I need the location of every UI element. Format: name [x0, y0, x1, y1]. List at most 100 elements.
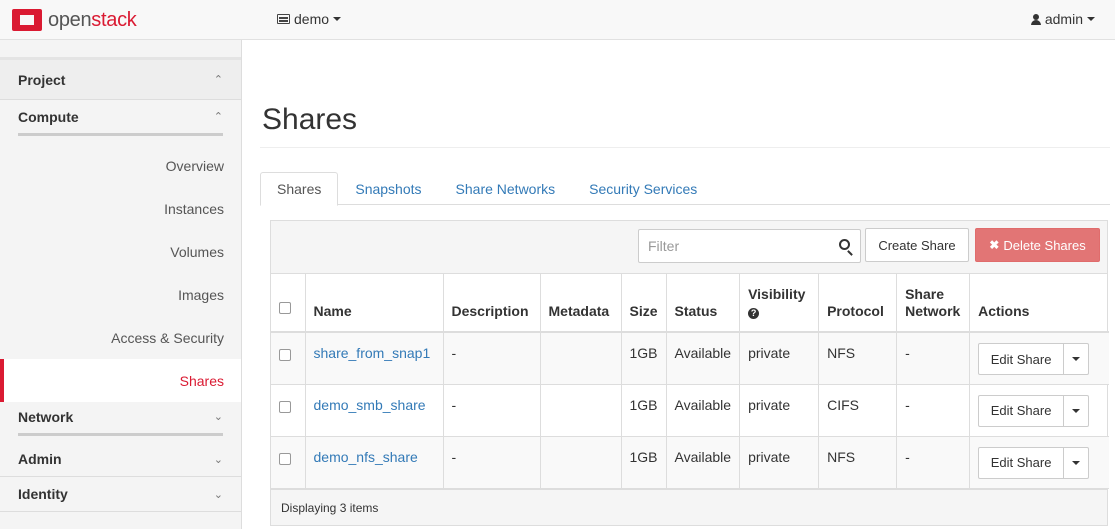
filter-input[interactable] — [639, 231, 819, 261]
openstack-logo-icon — [12, 9, 42, 31]
row-checkbox[interactable] — [279, 349, 291, 361]
cell-description: - — [443, 436, 541, 489]
cell-metadata — [540, 332, 622, 385]
column-header-protocol[interactable]: Protocol — [818, 274, 898, 333]
column-header-actions: Actions — [969, 274, 1109, 333]
caret-down-icon — [333, 17, 342, 21]
user-icon — [1030, 13, 1041, 25]
sidebar-item-volumes[interactable]: Volumes — [0, 230, 241, 273]
cell-actions: Edit Share — [969, 384, 1109, 437]
sidebar-item-instances[interactable]: Instances — [0, 187, 241, 230]
sidebar-section-admin[interactable]: Admin ⌄ — [0, 442, 241, 477]
table-toolbar: Create Share ✖ Delete Shares — [271, 221, 1107, 274]
top-navbar: openstack demo admin — [0, 0, 1115, 40]
visibility-label: Visibility — [748, 286, 806, 302]
actions-dropdown-toggle[interactable] — [1064, 448, 1088, 478]
column-header-metadata[interactable]: Metadata — [540, 274, 622, 333]
column-header-visibility[interactable]: Visibility ? — [739, 274, 820, 333]
edit-share-button[interactable]: Edit Share — [979, 447, 1065, 478]
cell-description: - — [443, 384, 541, 437]
select-all-checkbox[interactable] — [279, 302, 291, 314]
sidebar-item-shares[interactable]: Shares — [0, 359, 241, 402]
column-header-description[interactable]: Description — [443, 274, 541, 333]
share-name-link[interactable]: demo_nfs_share — [314, 449, 418, 465]
share-name-link[interactable]: demo_smb_share — [314, 397, 426, 413]
project-switcher[interactable]: demo — [277, 11, 342, 27]
chevron-down-icon: ⌄ — [213, 488, 223, 501]
table-row: share_from_snap1 - 1GB Available private… — [271, 332, 1109, 385]
cell-name: demo_nfs_share — [305, 436, 444, 489]
caret-down-icon — [1072, 357, 1081, 361]
tab-shares[interactable]: Shares — [260, 172, 339, 206]
row-actions-group: Edit Share — [978, 343, 1090, 375]
table-footer: Displaying 3 items — [271, 488, 1107, 525]
cell-actions: Edit Share — [969, 436, 1109, 489]
user-menu[interactable]: admin — [1030, 11, 1095, 27]
cell-metadata — [540, 436, 622, 489]
share-name-link[interactable]: share_from_snap1 — [314, 345, 431, 361]
openstack-logo[interactable]: openstack — [12, 7, 137, 33]
create-share-button[interactable]: Create Share — [865, 228, 969, 262]
sidebar-section-label: Project — [18, 71, 66, 88]
page-title: Shares — [262, 103, 358, 136]
column-header-status[interactable]: Status — [666, 274, 741, 333]
brand-text-2: stack — [91, 8, 137, 31]
column-header-share-network[interactable]: Share Network — [896, 274, 971, 333]
actions-dropdown-toggle[interactable] — [1064, 344, 1088, 374]
question-circle-icon[interactable]: ? — [748, 308, 760, 319]
cell-name: share_from_snap1 — [305, 332, 444, 385]
table-row: demo_smb_share - 1GB Available private C… — [271, 384, 1109, 437]
sidebar-item-access-security[interactable]: Access & Security — [0, 316, 241, 359]
cell-share-network: - — [896, 332, 971, 385]
tab-security-services[interactable]: Security Services — [572, 172, 714, 205]
tab-share-networks[interactable]: Share Networks — [439, 172, 573, 205]
search-icon[interactable] — [839, 239, 850, 250]
chevron-down-icon: ⌄ — [213, 453, 223, 466]
row-checkbox[interactable] — [279, 400, 291, 413]
cell-description: - — [443, 332, 541, 385]
sidebar-item-images[interactable]: Images — [0, 273, 241, 316]
sidebar-group-label: Compute — [18, 108, 79, 125]
share-network-label-1: Share — [905, 286, 944, 302]
row-select-cell — [271, 436, 306, 489]
cell-visibility: private — [739, 332, 820, 385]
cell-size: 1GB — [621, 384, 667, 437]
cell-share-network: - — [896, 384, 971, 437]
project-list-icon — [277, 14, 290, 24]
row-checkbox[interactable] — [279, 452, 291, 465]
brand-text-1: open — [48, 8, 92, 31]
delete-shares-button[interactable]: ✖ Delete Shares — [975, 228, 1100, 262]
sidebar-section-label: Identity — [18, 486, 68, 502]
sidebar-section-identity[interactable]: Identity ⌄ — [0, 477, 241, 512]
chevron-up-icon: ⌃ — [213, 111, 223, 123]
table-header-row: Name Description Metadata Size Status Vi… — [271, 274, 1109, 333]
filter-box — [638, 229, 861, 263]
column-header-size[interactable]: Size — [621, 274, 667, 333]
column-header-name[interactable]: Name — [305, 274, 444, 333]
tab-snapshots[interactable]: Snapshots — [338, 172, 438, 205]
close-icon: ✖ — [989, 238, 1000, 252]
chevron-up-icon: ⌃ — [213, 74, 223, 86]
cell-status: Available — [666, 384, 741, 437]
sidebar-group-network[interactable]: Network ⌄ — [0, 402, 241, 442]
sidebar-group-label: Network — [18, 408, 74, 425]
sidebar-section-project[interactable]: Project ⌃ — [0, 60, 241, 100]
sidebar-section-label: Admin — [18, 451, 62, 467]
cell-protocol: CIFS — [818, 384, 898, 437]
cell-protocol: NFS — [818, 436, 898, 489]
cell-visibility: private — [739, 436, 820, 489]
caret-down-icon — [1087, 17, 1095, 21]
sidebar-item-overview[interactable]: Overview — [0, 144, 241, 187]
sidebar-group-compute[interactable]: Compute ⌃ — [0, 100, 241, 144]
edit-share-button[interactable]: Edit Share — [979, 344, 1065, 374]
actions-dropdown-toggle[interactable] — [1064, 396, 1088, 426]
share-network-label-2: Network — [905, 303, 961, 319]
project-switcher-label: demo — [294, 11, 330, 27]
cell-share-network: - — [896, 436, 971, 489]
row-actions-group: Edit Share — [978, 394, 1090, 427]
row-select-cell — [271, 384, 306, 437]
cell-status: Available — [666, 436, 741, 489]
edit-share-button[interactable]: Edit Share — [979, 395, 1065, 426]
row-select-cell — [271, 332, 306, 385]
cell-size: 1GB — [621, 332, 667, 385]
